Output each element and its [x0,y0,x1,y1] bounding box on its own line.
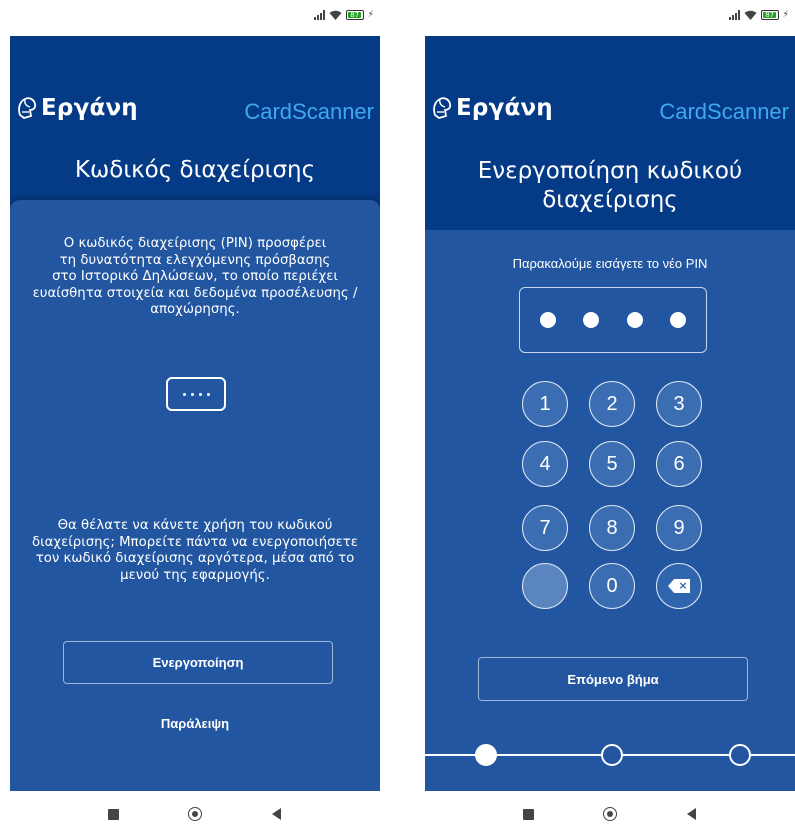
system-nav-bar [425,791,795,824]
key-6[interactable]: 6 [656,441,702,487]
key-7[interactable]: 7 [522,505,568,551]
key-3[interactable]: 3 [656,381,702,427]
key-9[interactable]: 9 [656,505,702,551]
app-header: Εργάνη CardScanner [425,93,795,133]
intro-line: αποχώρησης. [150,302,240,317]
key-8[interactable]: 8 [589,505,635,551]
skip-link[interactable]: Παράλειψη [10,716,380,731]
battery-icon: 87 [345,10,364,20]
title-line: διαχείρισης [542,187,678,213]
home-icon[interactable] [603,807,617,821]
recents-icon[interactable] [523,809,534,820]
signal-icon [313,10,325,20]
ergani-logo: Εργάνη [16,95,138,121]
intro-text: Ο κωδικός διαχείρισης (PIN) προσφέρει τη… [18,236,372,319]
intro-line: στο Ιστορικό Δηλώσεων, το οποίο περιέχει [52,269,338,284]
pin-dot [670,312,687,328]
app-name: CardScanner [244,99,374,124]
logo-text: Εργάνη [456,95,553,121]
charging-icon: ⚡ [367,10,374,20]
app-screen: Εργάνη CardScanner Κωδικός διαχείρισης Ο… [10,36,380,791]
step-dot [729,744,751,766]
back-icon[interactable] [687,808,696,820]
home-icon[interactable] [188,807,202,821]
back-icon[interactable] [272,808,281,820]
intro-line: τη δυνατότητα ελεγχόμενης πρόσβασης [59,252,331,268]
charging-icon: ⚡ [782,10,789,20]
backspace-icon: × [668,579,690,593]
phone-screen-intro: 87 ⚡ Εργάνη CardScanner Κωδικός διαχείρι… [10,0,380,824]
key-2[interactable]: 2 [589,381,635,427]
activate-button[interactable]: Ενεργοποίηση [63,641,333,684]
question-line: διαχείρισης; Μπορείτε πάντα να ενεργοποι… [32,534,358,550]
step-indicator [425,742,795,768]
ergani-logo: Εργάνη [431,95,553,121]
page-title: Ενεργοποίηση κωδικού διαχείρισης [425,157,795,215]
pin-dot [626,312,643,328]
step-dot-current [475,744,497,766]
step-dot [601,744,623,766]
app-name: CardScanner [659,99,789,124]
key-blank [522,563,568,609]
question-text: Θα θέλατε να κάνετε χρήση του κωδικού δι… [18,518,372,584]
intro-line: Ο κωδικός διαχείρισης (PIN) προσφέρει [63,236,327,251]
key-0[interactable]: 0 [589,563,635,609]
recents-icon[interactable] [108,809,119,820]
helmet-logo-icon [18,97,37,119]
question-line: Θα θέλατε να κάνετε χρήση του κωδικού [57,518,333,533]
status-bar: 87 ⚡ [10,0,380,36]
intro-line: ευαίσθητα στοιχεία και δεδομένα προσέλευ… [32,285,358,301]
key-1[interactable]: 1 [522,381,568,427]
question-line: μενού της εφαρμογής. [120,567,270,583]
phone-screen-pin: 87 ⚡ Εργάνη CardScanner Ενεργοποίηση κωδ… [425,0,795,824]
question-line: τον κωδικό διαχείρισης αργότερα, μέσα απ… [35,551,355,566]
pin-illustration-icon [166,377,226,411]
key-4[interactable]: 4 [522,441,568,487]
helmet-logo-icon [433,97,452,119]
next-step-button[interactable]: Επόμενο βήμα [478,657,748,701]
pin-dot [583,312,600,328]
status-bar: 87 ⚡ [425,0,795,36]
system-nav-bar [10,791,380,824]
pin-dot [539,312,556,328]
wifi-icon [329,10,342,20]
pin-prompt: Παρακαλούμε εισάγετε το νέο PIN [512,256,708,271]
pin-entry-field[interactable] [519,287,707,353]
key-5[interactable]: 5 [589,441,635,487]
logo-text: Εργάνη [41,95,138,121]
signal-icon [728,10,740,20]
key-backspace[interactable]: × [656,563,702,609]
wifi-icon [744,10,757,20]
battery-icon: 87 [760,10,779,20]
app-header: Εργάνη CardScanner [10,93,380,133]
title-line: Ενεργοποίηση κωδικού [477,158,743,184]
app-screen: Εργάνη CardScanner Ενεργοποίηση κωδικού … [425,36,795,791]
page-title: Κωδικός διαχείρισης [74,157,316,183]
